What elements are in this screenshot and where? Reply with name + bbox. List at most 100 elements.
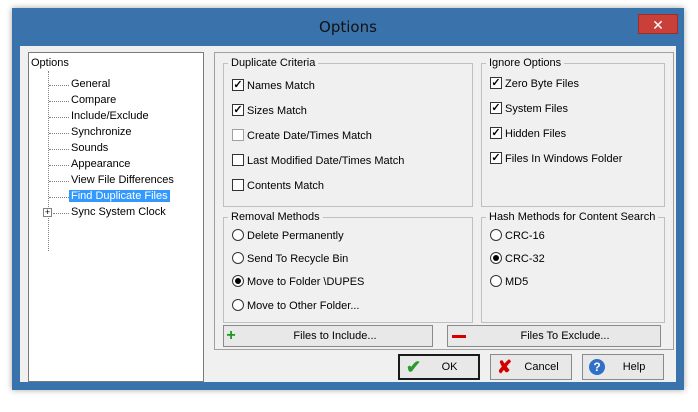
- tree-item-synchronize[interactable]: Synchronize: [71, 126, 132, 138]
- checkbox-label: Names Match: [247, 80, 315, 92]
- close-icon: ✕: [652, 17, 664, 33]
- checkbox-label: Zero Byte Files: [505, 78, 579, 90]
- tree-item-view-file-differences[interactable]: View File Differences: [71, 174, 174, 186]
- tree-branch: [49, 181, 69, 182]
- sizes-match-checkbox[interactable]: ✓ Sizes Match: [232, 104, 307, 117]
- cancel-button[interactable]: ✘ Cancel: [490, 354, 572, 380]
- checkbox-icon: [232, 179, 244, 192]
- checkbox-icon: ✓: [232, 79, 244, 92]
- options-window: Options ✕ Options General Compare Includ…: [12, 8, 684, 390]
- group-title: Duplicate Criteria: [228, 57, 319, 69]
- radio-icon: [232, 252, 244, 265]
- question-icon: ?: [589, 359, 605, 375]
- radio-icon: [490, 229, 502, 242]
- checkbox-icon: ✓: [490, 102, 502, 115]
- x-icon: ✘: [497, 356, 513, 377]
- group-title: Hash Methods for Content Search: [486, 211, 659, 223]
- names-match-checkbox[interactable]: ✓ Names Match: [232, 79, 315, 92]
- checkbox-icon: [232, 129, 244, 142]
- radio-icon: [232, 299, 244, 312]
- check-icon: ✔: [406, 356, 422, 377]
- crc16-radio[interactable]: CRC-16: [490, 229, 545, 242]
- radio-icon: [232, 229, 244, 242]
- hash-methods-group: Hash Methods for Content Search CRC-16 C…: [481, 211, 665, 323]
- checkbox-icon: ✓: [232, 104, 244, 117]
- group-title: Ignore Options: [486, 57, 565, 69]
- tree-item-include-exclude[interactable]: Include/Exclude: [71, 110, 149, 122]
- zero-byte-files-checkbox[interactable]: ✓ Zero Byte Files: [490, 77, 579, 90]
- tree-root[interactable]: Options: [31, 57, 69, 69]
- checkbox-label: Last Modified Date/Times Match: [247, 155, 405, 167]
- radio-label: Move to Other Folder...: [247, 300, 360, 312]
- last-modified-match-checkbox[interactable]: Last Modified Date/Times Match: [232, 154, 405, 167]
- window-title: Options: [319, 18, 377, 36]
- delete-permanently-radio[interactable]: Delete Permanently: [232, 229, 344, 242]
- radio-icon: [490, 252, 502, 265]
- tree-branch: [49, 133, 69, 134]
- title-bar[interactable]: Options ✕: [12, 8, 684, 46]
- plus-icon: +: [226, 327, 236, 344]
- create-date-match-checkbox[interactable]: Create Date/Times Match: [232, 129, 372, 142]
- button-label: Files To Exclude...: [520, 330, 610, 342]
- radio-label: CRC-16: [505, 230, 545, 242]
- duplicate-criteria-group: Duplicate Criteria ✓ Names Match ✓ Sizes M…: [223, 57, 473, 207]
- tree-item-appearance[interactable]: Appearance: [71, 158, 130, 170]
- checkbox-icon: [232, 154, 244, 167]
- dialog-client: Options General Compare Include/Exclude …: [20, 46, 676, 382]
- contents-match-checkbox[interactable]: Contents Match: [232, 179, 325, 192]
- button-label: Cancel: [524, 361, 559, 373]
- checkbox-icon: ✓: [490, 152, 502, 165]
- checkbox-label: System Files: [505, 103, 568, 115]
- files-in-windows-folder-checkbox[interactable]: ✓ Files In Windows Folder: [490, 152, 623, 165]
- tree-connector: [48, 71, 49, 251]
- md5-radio[interactable]: MD5: [490, 275, 529, 288]
- tree-item-general[interactable]: General: [71, 78, 110, 90]
- ok-button[interactable]: ✔ OK: [398, 354, 480, 380]
- checkbox-label: Hidden Files: [505, 128, 567, 140]
- send-to-recycle-bin-radio[interactable]: Send To Recycle Bin: [232, 252, 349, 265]
- expand-icon[interactable]: +: [43, 208, 52, 217]
- removal-methods-group: Removal Methods Delete Permanently Send …: [223, 211, 473, 323]
- help-button[interactable]: ? Help: [582, 354, 664, 380]
- checkbox-icon: ✓: [490, 77, 502, 90]
- radio-label: Delete Permanently: [247, 230, 344, 242]
- system-files-checkbox[interactable]: ✓ System Files: [490, 102, 568, 115]
- radio-label: Send To Recycle Bin: [247, 253, 349, 265]
- radio-icon: [232, 275, 244, 288]
- radio-label: MD5: [505, 276, 529, 288]
- checkbox-icon: ✓: [490, 127, 502, 140]
- button-label: Help: [622, 361, 646, 373]
- settings-panel: Duplicate Criteria ✓ Names Match ✓ Sizes M…: [214, 52, 674, 350]
- move-to-other-folder-radio[interactable]: Move to Other Folder...: [232, 299, 360, 312]
- radio-label: Move to Folder \DUPES: [247, 276, 365, 288]
- minus-icon: [452, 334, 466, 338]
- crc32-radio[interactable]: CRC-32: [490, 252, 545, 265]
- checkbox-label: Sizes Match: [247, 105, 307, 117]
- tree-item-compare[interactable]: Compare: [71, 94, 116, 106]
- tree-item-sounds[interactable]: Sounds: [71, 142, 108, 154]
- tree-item-find-duplicate-files[interactable]: Find Duplicate Files: [69, 190, 170, 202]
- tree-branch: [49, 197, 69, 198]
- radio-icon: [490, 275, 502, 288]
- options-tree: Options General Compare Include/Exclude …: [28, 52, 204, 382]
- tree-branch: [49, 101, 69, 102]
- checkbox-label: Files In Windows Folder: [505, 153, 623, 165]
- button-label: Files to Include...: [293, 330, 377, 342]
- files-to-include-button[interactable]: + Files to Include...: [223, 325, 433, 347]
- tree-branch: [49, 149, 69, 150]
- move-to-dupes-radio[interactable]: Move to Folder \DUPES: [232, 275, 365, 288]
- radio-label: CRC-32: [505, 253, 545, 265]
- tree-branch: [49, 85, 69, 86]
- button-label: OK: [441, 361, 458, 373]
- tree-branch: [49, 117, 69, 118]
- files-to-exclude-button[interactable]: Files To Exclude...: [447, 325, 661, 347]
- ignore-options-group: Ignore Options ✓ Zero Byte Files ✓ System …: [481, 57, 665, 207]
- hidden-files-checkbox[interactable]: ✓ Hidden Files: [490, 127, 567, 140]
- checkbox-label: Create Date/Times Match: [247, 130, 372, 142]
- close-button[interactable]: ✕: [638, 14, 678, 34]
- checkbox-label: Contents Match: [247, 180, 325, 192]
- tree-item-sync-system-clock[interactable]: Sync System Clock: [71, 206, 166, 218]
- group-title: Removal Methods: [228, 211, 323, 223]
- tree-branch: [53, 213, 69, 214]
- tree-branch: [49, 165, 69, 166]
